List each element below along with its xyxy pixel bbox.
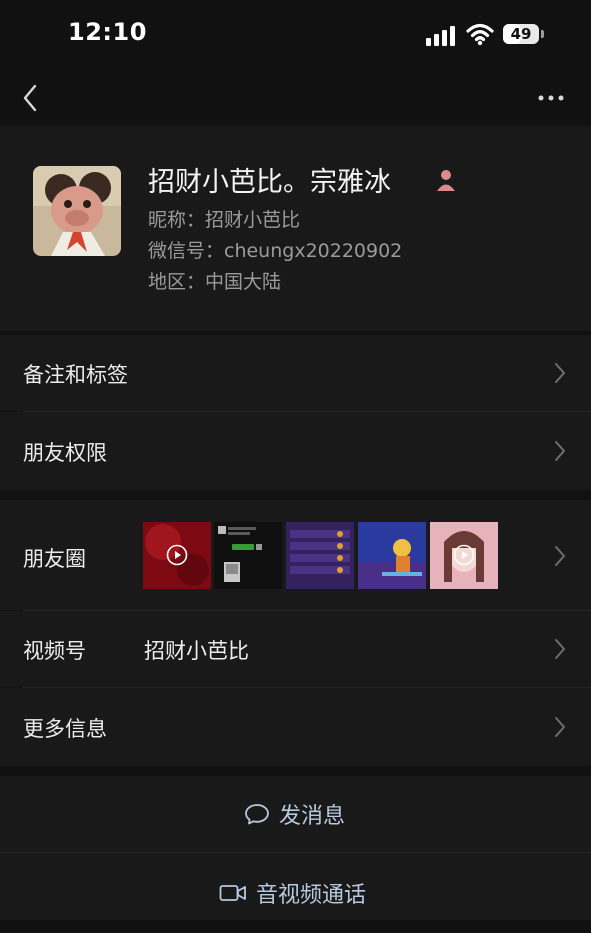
row-more-info-label: 更多信息: [23, 717, 107, 741]
battery-level: 49: [510, 25, 532, 43]
wifi-icon: [466, 23, 494, 46]
chevron-right-icon: [555, 717, 565, 737]
send-message-label: 发消息: [279, 804, 346, 829]
nickname: 昵称：招财小芭比: [148, 209, 301, 231]
av-call-button[interactable]: 音视频通话: [0, 853, 591, 920]
chevron-right-icon: [555, 363, 565, 383]
avatar[interactable]: [33, 166, 121, 256]
av-call-label: 音视频通话: [256, 883, 367, 908]
moments-thumbnail[interactable]: [358, 522, 426, 589]
chevron-right-icon: [555, 639, 565, 659]
row-channels[interactable]: 视频号 招财小芭比: [0, 611, 591, 687]
row-channels-label: 视频号: [23, 639, 86, 663]
send-message-button[interactable]: 发消息: [0, 776, 591, 852]
nav-bar: [0, 70, 591, 126]
moments-thumbnail[interactable]: [430, 522, 498, 589]
moments-thumbnail[interactable]: [214, 522, 282, 589]
row-friend-permissions[interactable]: 朋友权限: [0, 412, 591, 490]
display-name: 招财小芭比。宗雅冰: [148, 167, 391, 198]
row-friend-permissions-label: 朋友权限: [23, 441, 107, 465]
row-channels-value: 招财小芭比: [144, 639, 249, 663]
play-icon: [453, 544, 475, 566]
row-moments-label: 朋友圈: [23, 547, 86, 571]
chevron-right-icon: [555, 441, 565, 461]
moments-thumbnail[interactable]: [286, 522, 354, 589]
more-dots-icon[interactable]: [536, 88, 570, 108]
row-remark-tags[interactable]: 备注和标签: [0, 335, 591, 411]
moments-thumbnail[interactable]: [143, 522, 211, 589]
signal-icon: [426, 24, 456, 46]
battery-icon: 49: [503, 24, 539, 44]
row-remark-tags-label: 备注和标签: [23, 363, 128, 387]
row-more-info[interactable]: 更多信息: [0, 688, 591, 766]
play-icon: [166, 544, 188, 566]
region: 地区：中国大陆: [148, 271, 282, 293]
wechat-id: 微信号：cheungx20220902: [148, 240, 403, 262]
profile-card: 招财小芭比。宗雅冰 昵称：招财小芭比 微信号：cheungx20220902 地…: [0, 126, 591, 331]
female-icon: [437, 170, 455, 191]
status-time: 12:10: [68, 18, 147, 46]
video-camera-icon: [219, 885, 246, 901]
chat-bubble-icon: [245, 804, 269, 825]
chevron-right-icon: [555, 546, 565, 566]
battery-tip: [541, 30, 544, 38]
status-bar: 12:10 49: [0, 0, 591, 70]
chevron-left-icon[interactable]: [18, 80, 44, 116]
